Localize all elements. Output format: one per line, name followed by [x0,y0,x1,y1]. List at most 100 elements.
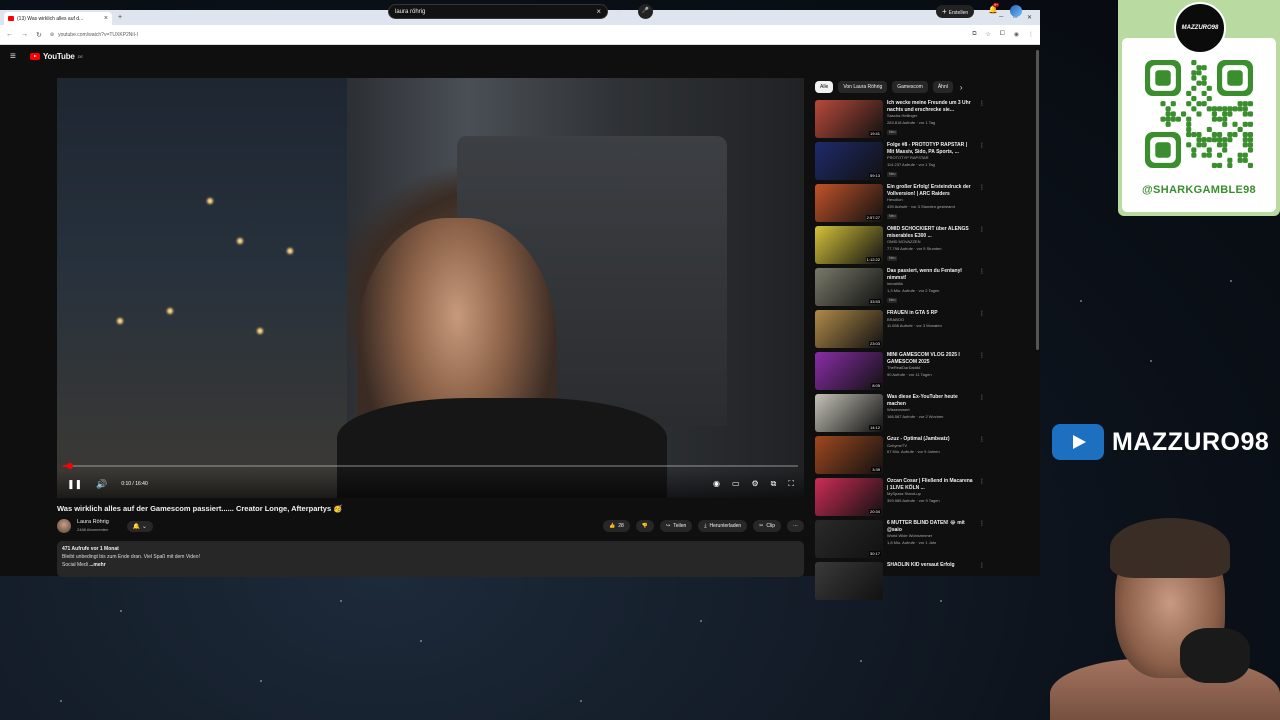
page-scrollbar[interactable] [1036,50,1039,350]
recommendation-title[interactable]: Ein großer Erfolg! Ersteindruck der Voll… [887,184,975,197]
recommendation-item[interactable]: 33:53 Das passiert, wenn du Fentanyl nimm… [815,268,985,310]
address-bar: ← → ↻ ⊜ youtube.com/watch?v=TUXKP2NiI-I … [0,25,1040,45]
recommendation-thumbnail[interactable]: 59:13 [815,142,883,180]
chip-similar[interactable]: Ähnl [932,81,953,93]
recommendation-thumbnail[interactable]: 14:12 [815,394,883,432]
forward-icon[interactable]: → [21,31,28,38]
duration-badge: 3:39 [871,467,881,472]
more-actions-icon[interactable]: ⋯ [787,520,804,532]
miniplayer-icon[interactable]: ⧉ [771,479,777,489]
channel-name[interactable]: Laura Röhrig [77,519,109,526]
more-options-icon[interactable]: ⋮ [979,562,985,604]
url-field[interactable]: ⊜ youtube.com/watch?v=TUXKP2NiI-I [50,32,964,38]
reload-icon[interactable]: ↻ [36,31,42,39]
recommendation-item[interactable]: 20:34 Özcan Cosar | Fließend in Macarena … [815,478,985,520]
recommendation-item[interactable]: 59:13 Folge #8 - PROTOTYP RAPSTAR | Mit M… [815,142,985,184]
browser-menu-icon[interactable]: ⋮ [1028,31,1034,38]
recommendation-item[interactable]: SHAOLIN KID versaut Erfolg ⋮ [815,562,985,604]
settings-gear-icon[interactable]: ⚙ [752,479,759,489]
recommendation-item[interactable]: 23:03 FRAUEN in GTA 5 RP BRABOO 11.656 Aufr… [815,310,985,352]
dislike-button[interactable]: 👎 [635,520,654,532]
recommendation-title[interactable]: Özcan Cosar | Fließend in Macarena | 1LI… [887,478,975,491]
recommendation-title[interactable]: Folge #8 - PROTOTYP RAPSTAR | Mit Massiv… [887,142,975,155]
menu-icon[interactable]: ≡ [10,51,24,62]
more-options-icon[interactable]: ⋮ [979,436,985,478]
recommendation-thumbnail[interactable]: 3:39 [815,436,883,474]
video-player[interactable]: ❚❚ 🔊 0:10 / 16:40 ◉ ▭ ⚙ ⧉ ⛶ [57,78,804,498]
filter-chips: Alle Von Laura Röhrig Gamescom Ähnl › [815,81,963,93]
extensions-icon[interactable]: ⧠ [1000,31,1005,38]
site-info-icon[interactable]: ⊜ [50,32,54,38]
fullscreen-icon[interactable]: ⛶ [788,479,794,489]
pause-icon[interactable]: ❚❚ [67,479,82,490]
create-button[interactable]: + Erstellen [936,5,975,18]
channel-avatar[interactable] [57,519,71,533]
like-button[interactable]: 👍 28 [602,520,630,532]
profile-icon[interactable]: ◉ [1014,31,1019,38]
recommendation-title[interactable]: Ich wecke meine Freunde um 3 Uhr nachts … [887,100,975,113]
recommendation-item[interactable]: 19:41 Ich wecke meine Freunde um 3 Uhr na… [815,100,985,142]
account-avatar[interactable] [1010,5,1022,17]
recommendation-title[interactable]: Was diese Ex-YouTuber heute machen [887,394,975,407]
recommendation-title[interactable]: SHAOLIN KID versaut Erfolg [887,562,975,569]
notifications-bell-icon[interactable]: 🔔 9+ [988,3,999,14]
youtube-logo[interactable]: YouTube DE [30,52,83,61]
more-options-icon[interactable]: ⋮ [979,184,985,226]
more-options-icon[interactable]: ⋮ [979,268,985,310]
more-options-icon[interactable]: ⋮ [979,226,985,268]
chip-all[interactable]: Alle [815,81,834,93]
description-more-link[interactable]: ...mehr [89,562,105,568]
cast-icon[interactable]: ⧉ [972,31,976,38]
recommendation-meta: Folge #8 - PROTOTYP RAPSTAR | Mit Massiv… [887,142,975,184]
recommendation-title[interactable]: Das passiert, wenn du Fentanyl nimmst! [887,268,975,281]
more-options-icon[interactable]: ⋮ [979,142,985,184]
more-options-icon[interactable]: ⋮ [979,352,985,394]
recommendation-title[interactable]: 6 MÜTTER BLIND DATEN! 😂 mit @saio [887,520,975,533]
browser-tab[interactable]: (13) Was wirklich alles auf d... × [4,12,112,25]
minimize-icon[interactable]: ─ [999,14,1003,21]
recommendation-thumbnail[interactable]: 23:03 [815,310,883,348]
recommendation-thumbnail[interactable]: 2:57:27 [815,184,883,222]
more-options-icon[interactable]: ⋮ [979,520,985,562]
chip-channel[interactable]: Von Laura Röhrig [838,81,888,93]
autoplay-toggle-icon[interactable]: ◉ [713,479,720,489]
subscription-bell-button[interactable]: 🔔 ⌄ [126,520,153,532]
recommendation-item[interactable]: 8:05 MINI GAMESCOM VLOG 2025 I GAMESCOM 2… [815,352,985,394]
more-options-icon[interactable]: ⋮ [979,394,985,436]
back-icon[interactable]: ← [6,31,13,38]
recommendation-item[interactable]: 1:12:22 OMID SCHOCKIERT über ALENGS miser… [815,226,985,268]
search-input[interactable]: laura röhrig × [388,4,608,19]
recommendation-thumbnail[interactable]: 1:12:22 [815,226,883,264]
recommendation-thumbnail[interactable]: 30:17 [815,520,883,558]
chip-gamescom[interactable]: Gamescom [892,81,928,93]
chevron-right-icon[interactable]: › [960,83,963,92]
recommendation-item[interactable]: 2:57:27 Ein großer Erfolg! Ersteindruck d… [815,184,985,226]
subtitles-icon[interactable]: ▭ [732,479,740,489]
microphone-icon[interactable]: 🎤 [638,4,653,19]
new-tab-button[interactable]: + [118,14,122,21]
share-button[interactable]: ↪ Teilen [659,520,693,532]
recommendation-title[interactable]: MINI GAMESCOM VLOG 2025 I GAMESCOM 2025 [887,352,975,365]
recommendation-item[interactable]: 30:17 6 MÜTTER BLIND DATEN! 😂 mit @saio Wo… [815,520,985,562]
recommendation-item[interactable]: 14:12 Was diese Ex-YouTuber heute machen W… [815,394,985,436]
more-options-icon[interactable]: ⋮ [979,100,985,142]
recommendation-item[interactable]: 3:39 Gzuz - Optimal (Jambeatz) GzhymeTV 67 … [815,436,985,478]
search-icon[interactable]: ⌕ [611,4,627,19]
close-tab-icon[interactable]: × [104,15,108,22]
clip-button[interactable]: ✂ Clip [753,520,781,532]
more-options-icon[interactable]: ⋮ [979,478,985,520]
clear-search-icon[interactable]: × [596,7,601,16]
close-window-icon[interactable]: ✕ [1027,14,1032,21]
recommendation-title[interactable]: OMID SCHOCKIERT über ALENGS miserables E… [887,226,975,239]
recommendation-thumbnail[interactable]: 33:53 [815,268,883,306]
more-options-icon[interactable]: ⋮ [979,310,985,352]
recommendation-thumbnail[interactable] [815,562,883,600]
recommendation-thumbnail[interactable]: 19:41 [815,100,883,138]
recommendation-thumbnail[interactable]: 20:34 [815,478,883,516]
description-box[interactable]: 471 Aufrufe vor 1 Monat Bleibt unbedingt… [57,541,804,577]
download-button[interactable]: ⤓ Herunterladen [698,520,748,532]
bookmark-star-icon[interactable]: ☆ [986,31,991,38]
recommendation-thumbnail[interactable]: 8:05 [815,352,883,390]
progress-bar[interactable] [63,463,798,469]
volume-icon[interactable]: 🔊 [96,479,107,490]
